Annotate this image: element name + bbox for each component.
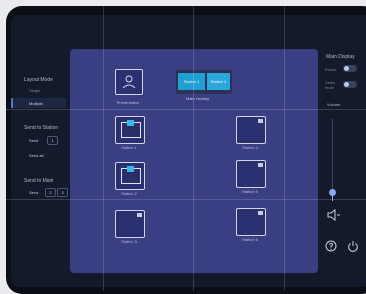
app-screen: Layout Mode Single Multiple Send to Stat…: [11, 15, 366, 287]
main-display-title: Main Display: [326, 54, 355, 60]
popup-station-1-button[interactable]: Station 1: [178, 73, 205, 90]
popup-station-2-button[interactable]: Station 2: [207, 73, 230, 90]
station-3-label: Station 3: [121, 239, 137, 244]
station-3-corner: [137, 213, 142, 217]
send-station-label: Send: [29, 138, 39, 143]
presenter-label: Presentation: [116, 100, 140, 105]
station-3-tile[interactable]: [115, 210, 145, 238]
layout-mode-title: Layout Mode: [24, 77, 53, 83]
station-1-tile[interactable]: [115, 116, 145, 144]
send-station-number[interactable]: 1: [47, 136, 58, 145]
station-1-label: Station 1: [121, 145, 137, 150]
station-5-label: Station 5: [242, 189, 258, 194]
station-5-corner: [258, 163, 263, 167]
grid-line-vertical: [193, 0, 194, 291]
station-4-corner: [258, 119, 263, 123]
power-toggle[interactable]: [343, 65, 357, 72]
help-icon[interactable]: [325, 240, 337, 252]
station-4-label: Station 4: [242, 145, 258, 150]
power-icon[interactable]: [347, 240, 359, 252]
video-mute-toggle-knob: [344, 82, 349, 87]
video-mute-toggle[interactable]: [343, 81, 357, 88]
video-mute-label: Video mute: [325, 80, 336, 90]
station-2-active-frame: [121, 166, 141, 184]
station-6-corner: [258, 211, 263, 215]
layout-option-multiple[interactable]: Multiple: [11, 98, 66, 108]
layout-option-single[interactable]: Single: [29, 88, 40, 93]
presenter-tile[interactable]: [115, 69, 143, 95]
grid-line-vertical: [284, 0, 285, 291]
layout-option-multiple-label: Multiple: [29, 101, 43, 106]
send-main-label: Send: [29, 190, 39, 195]
station-6-tile[interactable]: [236, 208, 266, 236]
power-toggle-knob: [344, 66, 349, 71]
station-2-tile[interactable]: [115, 162, 145, 190]
send-to-main-title: Send to Main: [24, 178, 54, 184]
send-to-station-title: Send to Station: [24, 125, 59, 131]
station-2-badge: [127, 166, 134, 172]
station-1-active-frame: [121, 120, 141, 138]
station-layout-panel: Presentation Station 1 Station 2 Main Ho…: [70, 49, 318, 273]
station-2-label: Station 2: [121, 191, 137, 196]
send-main-number-2[interactable]: 2: [45, 188, 56, 197]
left-panel: Layout Mode Single Multiple Send to Stat…: [11, 15, 70, 287]
grid-line-horizontal: [0, 199, 366, 200]
power-label: Power: [325, 67, 337, 72]
right-panel: Main Display Power Video mute Volume: [318, 15, 366, 287]
station-4-tile[interactable]: [236, 116, 266, 144]
volume-slider-handle[interactable]: [329, 189, 336, 197]
station-1-badge: [127, 120, 134, 126]
station-5-tile[interactable]: [236, 160, 266, 188]
station-6-label: Station 6: [242, 237, 258, 242]
main-display-popup: Station 1 Station 2: [176, 70, 232, 94]
volume-label: Volume: [327, 102, 341, 107]
send-main-number-3[interactable]: 3: [57, 188, 68, 197]
grid-line-vertical: [103, 0, 104, 291]
send-all-label[interactable]: Send all: [29, 153, 43, 158]
speaker-icon[interactable]: [327, 209, 341, 221]
presenter-icon: [122, 75, 136, 89]
popup-label: Main Hockey: [186, 96, 210, 101]
grid-line-horizontal: [0, 109, 366, 110]
